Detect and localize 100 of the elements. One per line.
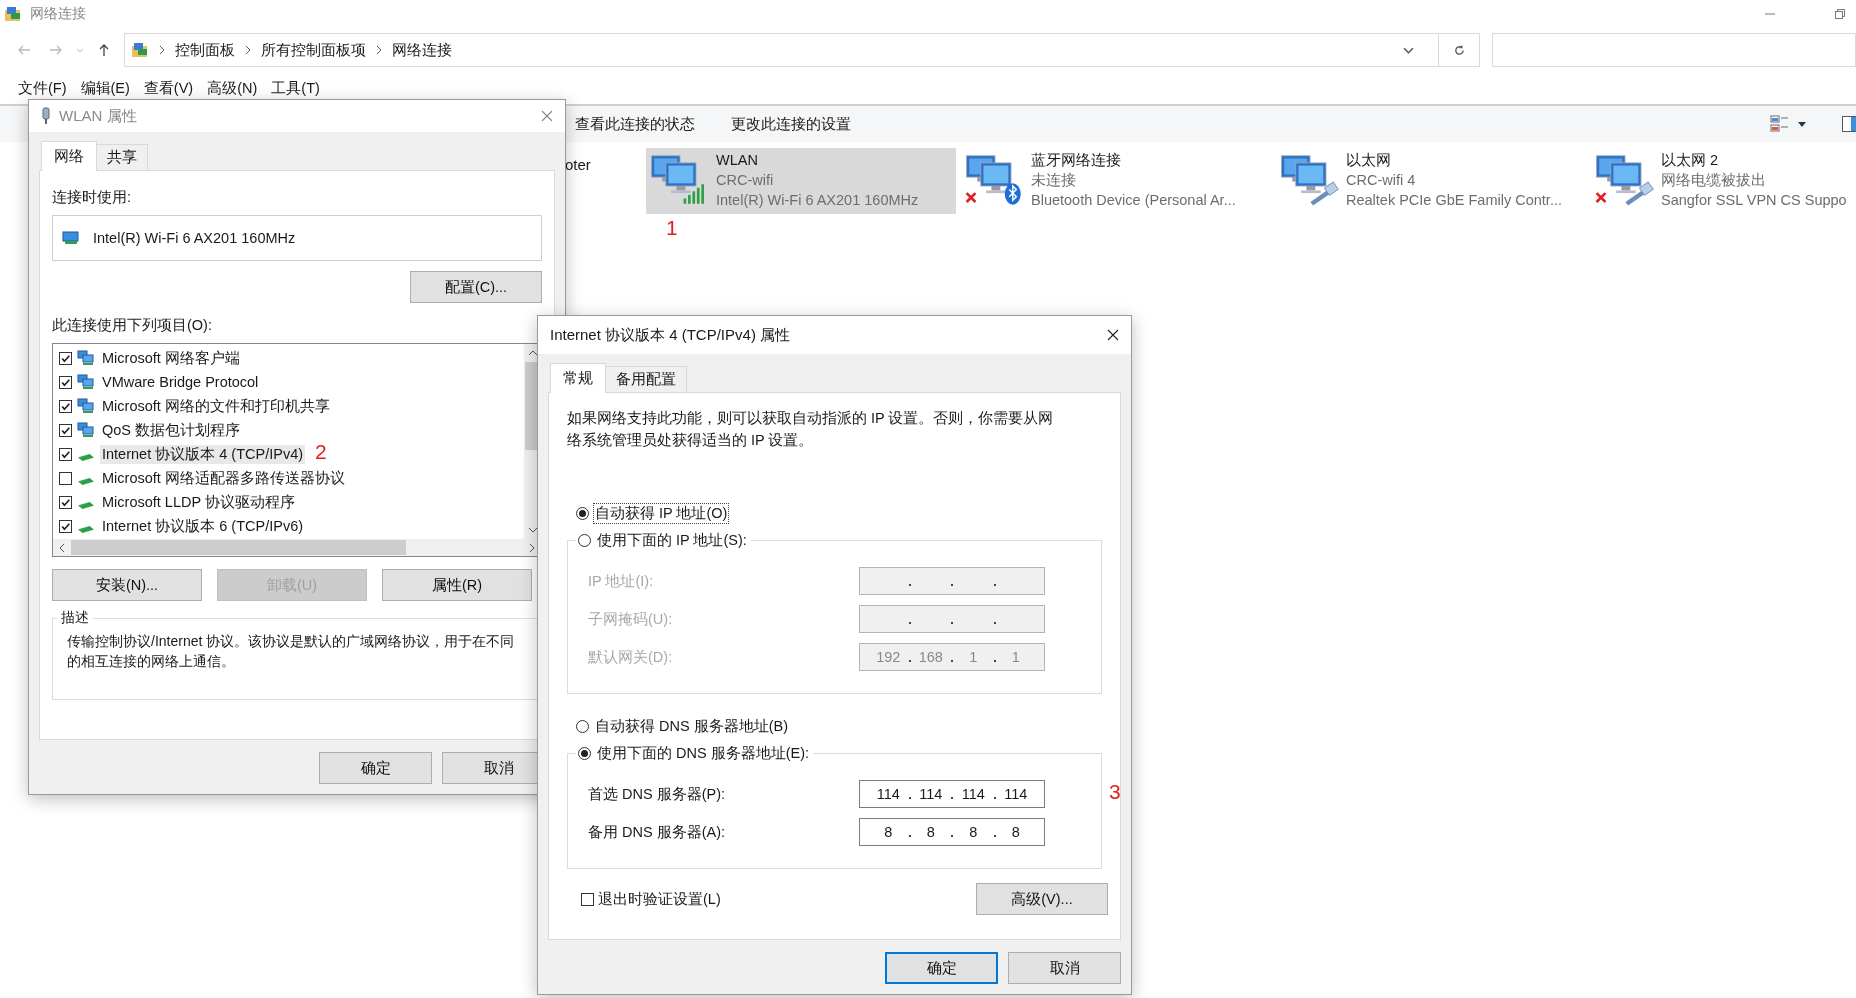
checkbox[interactable] <box>59 495 72 509</box>
option-label[interactable]: 自动获得 IP 地址(O) <box>593 503 730 524</box>
dialog-title: WLAN 属性 <box>59 106 137 126</box>
annotation-number: 1 <box>666 216 678 240</box>
tab[interactable]: 备用配置 <box>605 366 687 392</box>
radio-button[interactable] <box>578 747 591 760</box>
checkbox[interactable] <box>59 447 72 461</box>
address-bar[interactable]: 控制面板 所有控制面板项 网络连接 <box>124 33 1480 67</box>
list-item[interactable]: QoS 数据包计划程序 <box>100 420 243 440</box>
checkbox[interactable] <box>59 375 72 389</box>
ip-address-field[interactable] <box>859 605 1045 633</box>
connection-name: 以太网 <box>1346 151 1392 170</box>
menu-item[interactable]: 查看(V) <box>143 78 194 98</box>
device-name: Realtek PCIe GbE Family Contr... <box>1346 191 1562 210</box>
connection-item[interactable]: 以太网 CRC-wifi 4 Realtek PCIe GbE Family Contr... <box>1276 148 1586 214</box>
checkbox[interactable] <box>59 399 72 413</box>
connection-name: WLAN <box>716 151 759 170</box>
breadcrumb-item[interactable]: 所有控制面板项 <box>261 40 366 60</box>
connection-item[interactable]: 蓝牙网络连接 未连接 Bluetooth Device (Personal Ar... <box>961 148 1271 214</box>
checkbox[interactable] <box>581 892 594 906</box>
list-item[interactable]: Microsoft 网络适配器多路传送器协议 <box>100 468 347 488</box>
connection-name[interactable]: oter <box>565 148 646 173</box>
dialog-button[interactable]: 确定 <box>885 952 998 984</box>
tab[interactable]: 常规 <box>550 363 606 393</box>
close-icon[interactable] <box>1107 329 1119 341</box>
field-label: 连接时使用: <box>52 188 133 207</box>
checkbox[interactable] <box>59 351 72 365</box>
list-item[interactable]: Internet 协议版本 6 (TCP/IPv6) <box>100 516 306 536</box>
connection-name: 蓝牙网络连接 <box>1031 151 1122 170</box>
view-options-icon[interactable] <box>1770 115 1790 133</box>
search-field[interactable] <box>1492 33 1856 67</box>
preview-pane-icon[interactable] <box>1842 116 1856 132</box>
dropdown-icon[interactable] <box>1403 46 1414 54</box>
chevron-icon <box>245 45 251 55</box>
action-button[interactable]: 安装(N)... <box>52 569 202 601</box>
checkbox[interactable] <box>59 471 72 485</box>
configure-button[interactable]: 配置(C)... <box>410 271 542 303</box>
ip-address-field[interactable]: 8 8 8 8 <box>859 818 1045 846</box>
tab[interactable]: 共享 <box>96 144 148 170</box>
radio-button[interactable] <box>578 534 591 547</box>
scroll-down-icon[interactable] <box>527 527 538 533</box>
connection-status: CRC-wifi 4 <box>1346 171 1417 190</box>
group-title: 描述 <box>60 609 90 627</box>
chevron-icon <box>159 45 165 55</box>
action-button[interactable]: 属性(R) <box>382 569 532 601</box>
field-label: 子网掩码(U): <box>588 609 673 629</box>
option-label[interactable]: 使用下面的 IP 地址(S): <box>595 530 749 551</box>
adapter-name: Intel(R) Wi-Fi 6 AX201 160MHz <box>93 230 296 246</box>
radio-button[interactable] <box>576 507 589 520</box>
menu-item[interactable]: 文件(F) <box>18 78 67 98</box>
menu-item[interactable]: 工具(T) <box>271 78 320 98</box>
option-label[interactable]: 使用下面的 DNS 服务器地址(E): <box>595 743 812 764</box>
scroll-left-icon[interactable] <box>59 542 65 553</box>
checkbox[interactable] <box>59 423 72 437</box>
list-item[interactable]: Microsoft LLDP 协议驱动程序 <box>100 492 297 512</box>
window-title: 网络连接 <box>30 5 86 23</box>
tab[interactable]: 网络 <box>41 141 97 171</box>
network-client-icon <box>77 350 95 366</box>
connection-status: CRC-wifi <box>716 171 775 190</box>
advanced-button[interactable]: 高级(V)... <box>976 883 1108 915</box>
list-label: 此连接使用下列项目(O): <box>52 316 213 335</box>
ip-address-field[interactable] <box>859 567 1045 595</box>
refresh-icon[interactable] <box>1452 43 1466 57</box>
radio-button[interactable] <box>576 720 589 733</box>
restore-icon[interactable] <box>1834 8 1846 20</box>
command-link[interactable]: 查看此连接的状态 <box>575 114 695 134</box>
scroll-right-icon[interactable] <box>529 542 535 553</box>
list-item[interactable]: Microsoft 网络客户端 <box>100 348 242 368</box>
ip-address-field[interactable]: 114 114 114 114 <box>859 780 1045 808</box>
dialog-title: Internet 协议版本 4 (TCP/IPv4) 属性 <box>550 325 791 345</box>
checkbox[interactable] <box>59 519 72 533</box>
protocol-icon <box>78 501 94 509</box>
checkbox-label[interactable]: 退出时验证设置(L) <box>598 889 721 909</box>
connection-item[interactable]: 以太网 2 网络电缆被拔出 Sangfor SSL VPN CS Suppo <box>1591 148 1856 214</box>
intro-text: 如果网络支持此功能，则可以获取自动指派的 IP 设置。否则，你需要从网络系统管理员处获得适当的 IP 设置。 <box>567 409 1055 450</box>
network-client-icon <box>77 398 95 414</box>
option-label[interactable]: 自动获得 DNS 服务器地址(B) <box>593 716 790 737</box>
annotation-number: 2 <box>315 440 327 464</box>
annotation-number: 3 <box>1109 780 1121 804</box>
scroll-up-icon[interactable] <box>527 350 538 356</box>
breadcrumb-item[interactable]: 网络连接 <box>392 40 452 60</box>
field-label: IP 地址(I): <box>588 571 654 591</box>
protocol-icon <box>78 477 94 485</box>
menu-item[interactable]: 高级(N) <box>207 78 258 98</box>
protocol-icon <box>78 525 94 533</box>
dialog-button[interactable]: 确定 <box>319 752 432 784</box>
device-name: Sangfor SSL VPN CS Suppo <box>1661 191 1847 210</box>
adapter-icon <box>41 107 51 125</box>
field-label: 首选 DNS 服务器(P): <box>588 784 726 804</box>
menu-item[interactable]: 编辑(E) <box>80 78 130 98</box>
list-item[interactable]: Microsoft 网络的文件和打印机共享 <box>100 396 332 416</box>
list-item[interactable]: VMware Bridge Protocol <box>100 374 261 390</box>
caret-icon[interactable] <box>1798 121 1806 127</box>
dialog-button[interactable]: 取消 <box>1008 952 1121 984</box>
list-item[interactable]: Internet 协议版本 4 (TCP/IPv4) <box>100 444 306 464</box>
description-text: 传输控制协议/Internet 协议。该协议是默认的广域网络协议，用于在不同的相互连接的网络上通信。 <box>67 632 516 671</box>
chevron-icon <box>376 45 382 55</box>
breadcrumb-item[interactable]: 控制面板 <box>175 40 235 60</box>
command-link[interactable]: 更改此连接的设置 <box>731 114 851 134</box>
field-label: 备用 DNS 服务器(A): <box>588 822 726 842</box>
